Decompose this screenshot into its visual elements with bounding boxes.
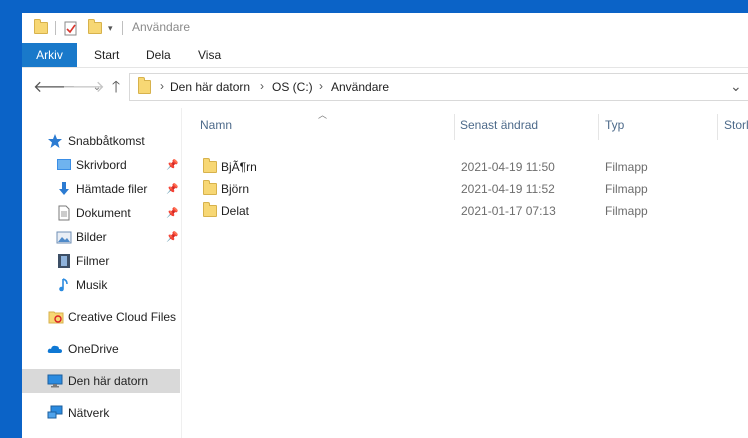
document-icon [58,205,70,221]
folder-icon [34,19,48,37]
sidebar-item-label: Creative Cloud Files [68,310,177,324]
download-icon [59,182,69,195]
pin-icon[interactable]: 📌 [166,160,178,171]
tab-visa[interactable]: Visa [198,43,221,67]
tab-dela[interactable]: Dela [146,43,171,67]
sidebar-item-creative-cloud-files[interactable]: Creative Cloud Files [22,305,180,329]
sidebar-item-label: Bilder [76,230,107,244]
file-type: Filmapp [605,160,648,174]
file-name: BjÃ¶rn [221,160,257,174]
separator [122,21,123,35]
sidebar-item-den-har-datorn[interactable]: Den här datorn [22,369,180,393]
ribbon-tabs: Arkiv Start Dela Visa [22,43,748,68]
separator [55,21,56,35]
new-folder-icon[interactable] [88,19,102,37]
file-name: Björn [221,182,250,196]
pin-icon[interactable]: 📌 [166,232,178,243]
sidebar-item-label: Filmer [76,254,110,268]
sidebar-item-natverk[interactable]: Nätverk [22,401,180,425]
sidebar-item-label: Musik [76,278,108,292]
sidebar-item-label: Den här datorn [68,374,149,388]
sidebar-item-snabbatkomst[interactable]: Snabbåtkomst [22,129,180,153]
file-type: Filmapp [605,182,648,196]
pictures-icon [56,231,72,244]
column-header-type[interactable]: Typ [605,118,624,132]
window-title: Användare [132,20,191,34]
file-date: 2021-04-19 11:50 [461,160,555,174]
table-row[interactable]: Björn 2021-04-19 11:52 Filmapp [196,178,748,200]
recent-locations-button[interactable]: ⌄ [88,79,106,97]
breadcrumb-chevron-icon[interactable]: › [319,79,323,93]
file-date: 2021-01-17 07:13 [461,204,556,218]
title-bar: ▾ Användare [22,13,748,43]
film-icon [58,254,70,268]
table-row[interactable]: BjÃ¶rn 2021-04-19 11:50 Filmapp [196,156,748,178]
network-icon [47,405,63,419]
forward-button[interactable]: 🡒 [62,79,105,97]
sidebar-item-bilder[interactable]: Bilder 📌 [22,225,180,249]
sidebar-item-filmer[interactable]: Filmer [22,249,180,273]
tab-start[interactable]: Start [94,43,119,67]
computer-icon [47,374,63,388]
sort-ascending-icon: ︿ [318,110,328,120]
folder-icon [138,77,151,94]
sidebar-item-skrivbord[interactable]: Skrivbord 📌 [22,153,180,177]
file-explorer-window: ▾ Användare Arkiv Start Dela Visa 🡐 🡒 ⌄ … [22,13,748,438]
breadcrumb-chevron-icon[interactable]: › [260,79,264,93]
pin-icon[interactable]: 📌 [166,208,178,219]
tab-arkiv[interactable]: Arkiv [22,43,77,67]
star-icon [48,134,62,148]
column-separator[interactable] [454,114,455,140]
breadcrumb-chevron-icon[interactable]: › [160,79,164,93]
table-row[interactable]: Delat 2021-01-17 07:13 Filmapp [196,200,748,222]
sidebar-item-label: Skrivbord [76,158,127,172]
sidebar-item-label: Hämtade filer [76,182,148,196]
folder-icon [203,158,217,173]
up-button[interactable]: 🡑 [107,79,125,97]
column-header-name[interactable]: Namn [200,118,232,132]
sidebar-item-label: Snabbåtkomst [68,134,145,148]
sidebar-item-label: Nätverk [68,406,110,420]
sidebar-item-dokument[interactable]: Dokument 📌 [22,201,180,225]
customize-toolbar-icon[interactable]: ▾ [108,19,113,37]
folder-icon [203,180,217,195]
file-type: Filmapp [605,204,648,218]
sidebar-item-hamtade-filer[interactable]: Hämtade filer 📌 [22,177,180,201]
sidebar-item-musik[interactable]: Musik [22,273,180,297]
sidebar-item-label: Dokument [76,206,131,220]
file-name: Delat [221,204,250,218]
creative-cloud-folder-icon [48,311,64,324]
column-header-date[interactable]: Senast ändrad [460,118,538,132]
address-toolbar: 🡐 🡒 ⌄ 🡑 › Den här datorn › OS (C:) › Anv… [22,68,748,108]
desktop-icon [57,159,71,170]
file-list: ︿ Namn Senast ändrad Typ Storl BjÃ¶rn 20… [182,108,748,438]
sidebar-item-label: OneDrive [68,342,119,356]
pin-icon[interactable]: 📌 [166,184,178,195]
folder-icon [203,202,217,217]
properties-icon[interactable] [64,19,78,37]
column-separator[interactable] [717,114,718,140]
address-dropdown-chevron-icon[interactable]: ⌄ [730,78,742,95]
breadcrumb-den-har-datorn[interactable]: Den här datorn [170,80,250,94]
navigation-pane: Snabbåtkomst Skrivbord 📌 Hämtade filer 📌… [22,108,182,438]
breadcrumb-os-c[interactable]: OS (C:) [272,80,313,94]
back-button[interactable]: 🡐 [33,79,76,97]
breadcrumb-anvandare[interactable]: Användare [331,80,389,94]
file-date: 2021-04-19 11:52 [461,182,555,196]
column-header-size[interactable]: Storl [724,118,748,132]
sidebar-item-onedrive[interactable]: OneDrive [22,337,180,361]
address-box[interactable]: › Den här datorn › OS (C:) › Användare ⌄ [129,73,748,101]
cloud-icon [47,345,62,353]
music-icon [59,278,68,292]
column-separator[interactable] [598,114,599,140]
